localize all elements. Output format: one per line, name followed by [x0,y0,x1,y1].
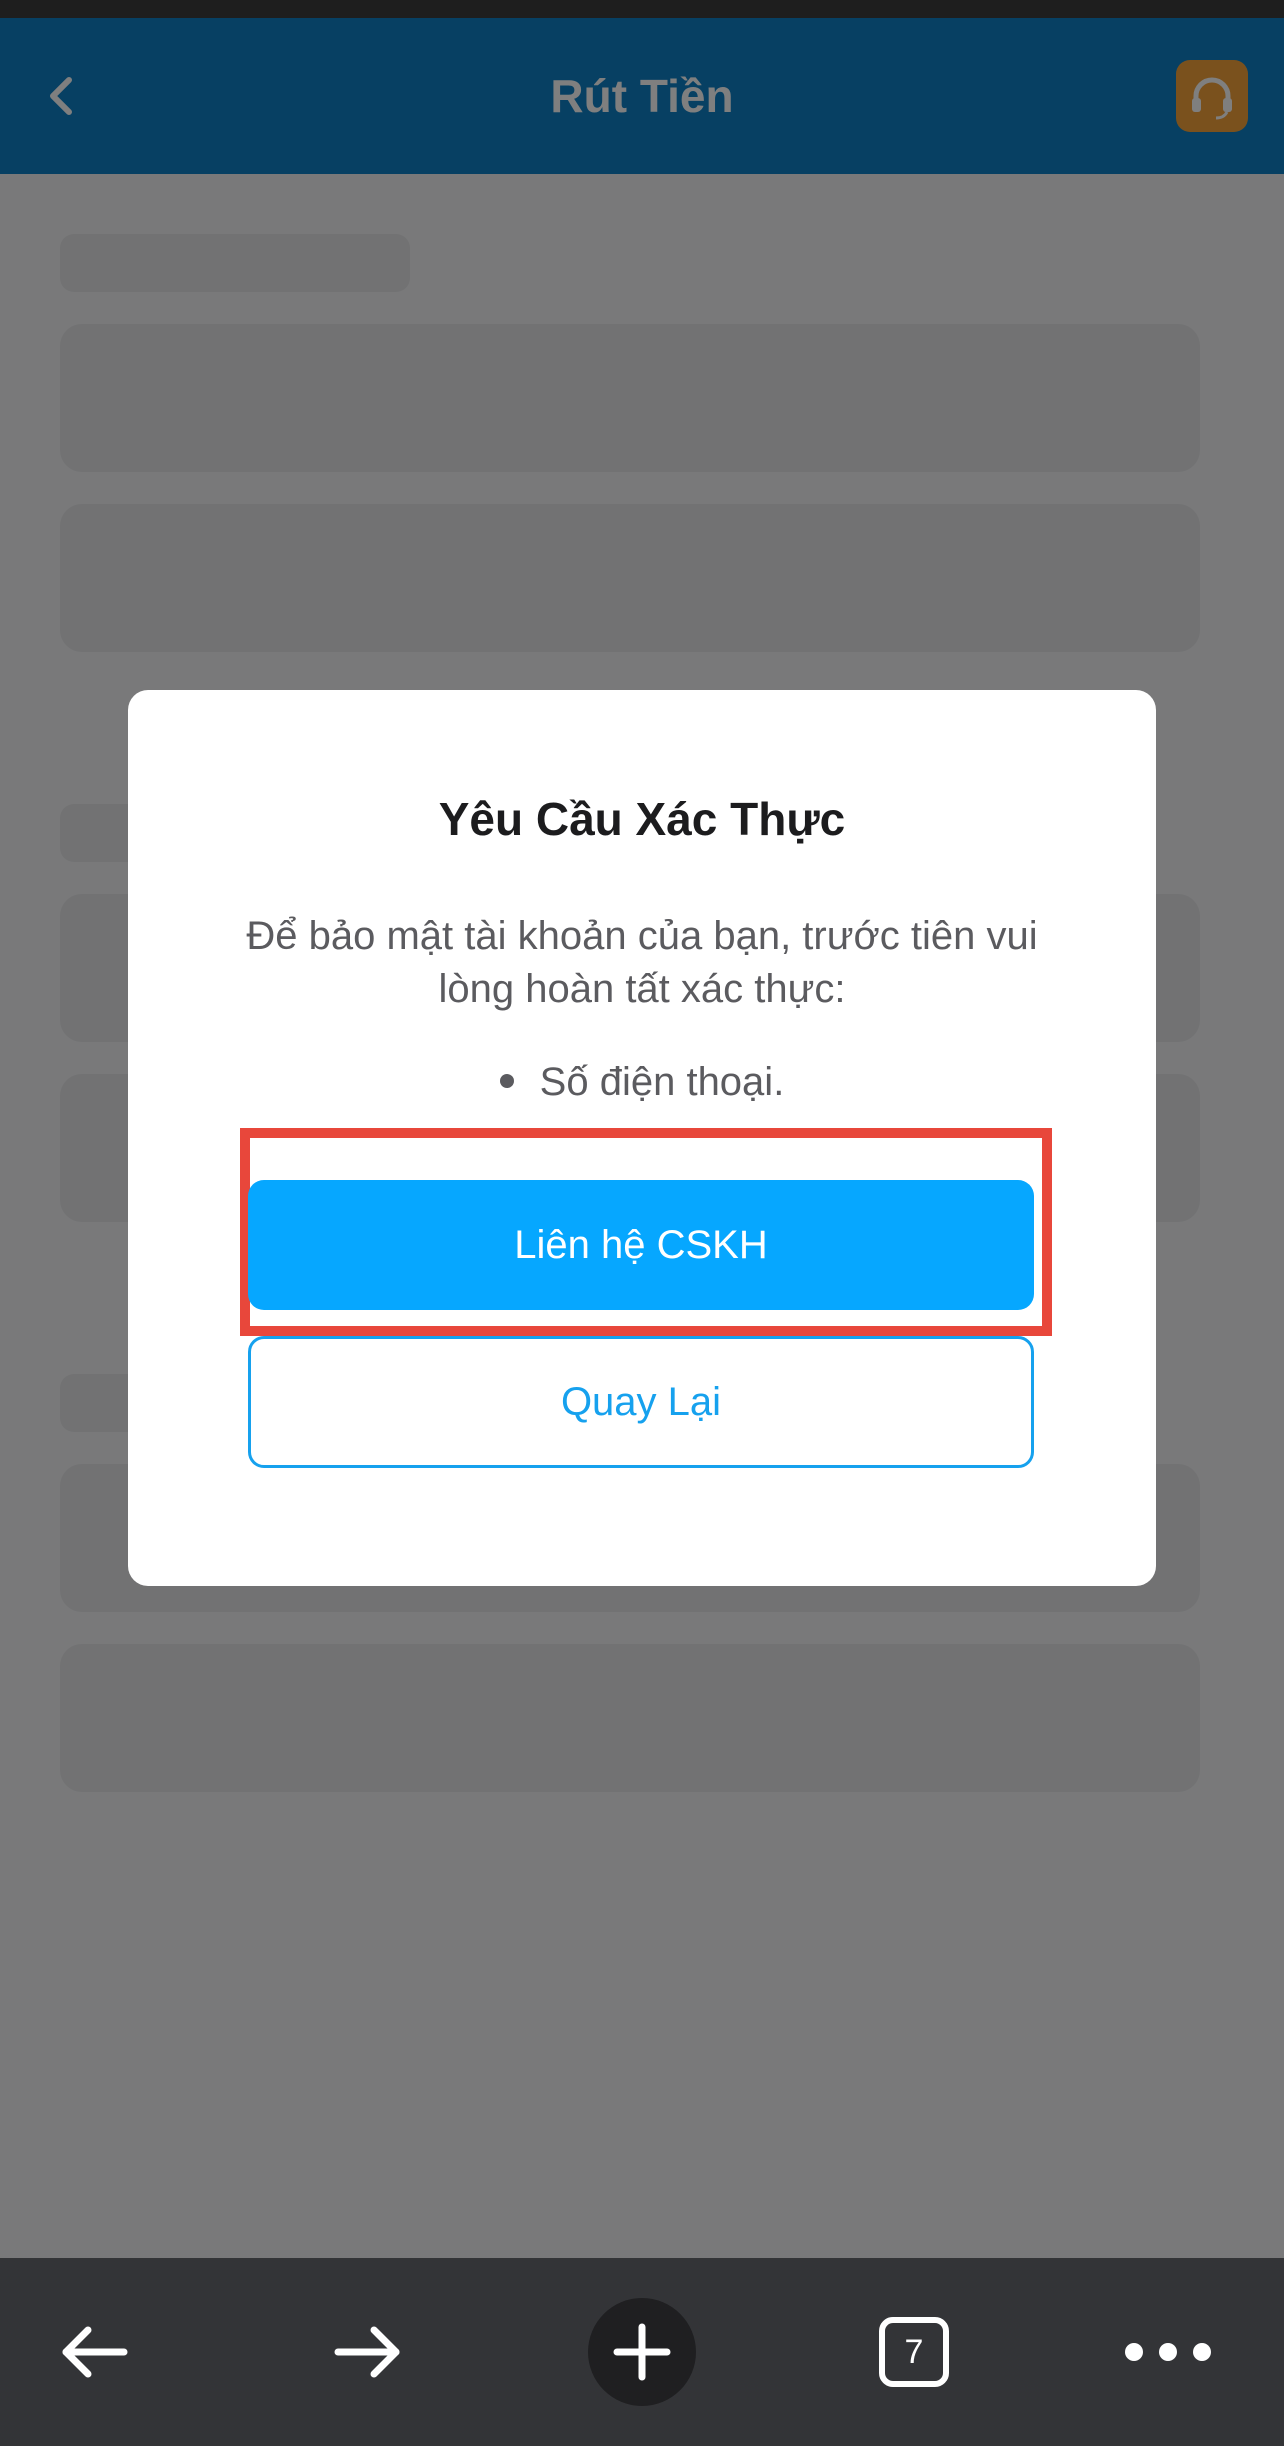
dialog-title: Yêu Cầu Xác Thực [438,793,846,845]
more-dots-icon [1125,2343,1211,2361]
tab-count-badge: 7 [879,2317,949,2387]
tabs-button[interactable]: 7 [844,2258,984,2446]
browser-back-button[interactable] [24,2258,164,2446]
verification-dialog: Yêu Cầu Xác Thực Để bảo mật tài khoản củ… [128,690,1156,1586]
browser-toolbar: 7 [0,2258,1284,2446]
dialog-description: Để bảo mật tài khoản của bạn, trước tiên… [246,914,1038,1011]
screen: Rút Tiền Yêu Cầu Xác Thực Để bảo mật tài… [0,0,1284,2446]
arrow-left-icon [62,2326,128,2378]
arrow-right-icon [334,2326,400,2378]
contact-support-button[interactable]: Liên hệ CSKH [248,1180,1034,1310]
bullet-icon [499,1074,514,1089]
plus-icon [613,2323,671,2381]
go-back-button[interactable]: Quay Lại [248,1336,1034,1468]
browser-menu-button[interactable] [1098,2258,1238,2446]
new-tab-button[interactable] [588,2298,696,2406]
requirement-text: Số điện thoại. [539,1060,785,1104]
verification-requirement: Số điện thoại. [128,1056,1156,1109]
browser-forward-button[interactable] [298,2258,438,2446]
